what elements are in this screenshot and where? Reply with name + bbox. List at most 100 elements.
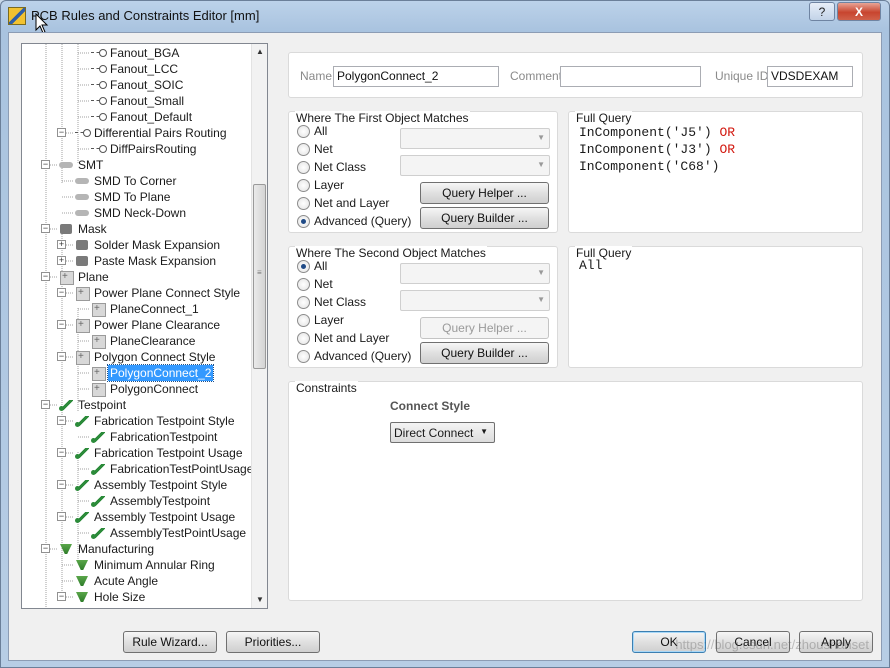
tree-item[interactable]: Power Plane Connect Style (74, 285, 242, 301)
radio-option[interactable]: Advanced (Query) (297, 214, 411, 228)
collapse-icon[interactable]: − (57, 512, 66, 521)
tree-item[interactable]: Hole Size (74, 589, 147, 605)
tree-item[interactable]: Polygon Connect Style (74, 349, 217, 365)
collapse-icon[interactable]: − (57, 288, 66, 297)
tree-item[interactable]: Minimum Annular Ring (74, 557, 217, 573)
expand-icon[interactable]: + (57, 256, 66, 265)
collapse-icon[interactable]: − (57, 592, 66, 601)
connect-style-dropdown[interactable]: Direct Connect ▼ (390, 422, 495, 443)
scroll-up-icon[interactable]: ▲ (252, 44, 267, 60)
collapse-icon[interactable]: − (57, 416, 66, 425)
collapse-icon[interactable]: − (41, 160, 50, 169)
tree-item[interactable]: FabricationTestPointUsage (90, 461, 252, 477)
radio-button[interactable] (297, 313, 310, 327)
first-full-query-text[interactable]: InComponent('J5') OR InComponent('J3') O… (579, 124, 735, 175)
radio-option[interactable]: Net and Layer (297, 331, 389, 345)
radio-option[interactable]: Advanced (Query) (297, 349, 411, 363)
tree-item[interactable]: Fabrication Testpoint Style (74, 413, 237, 429)
second-netclass-combo[interactable]: ▼ (400, 290, 550, 311)
tree-item[interactable]: Fanout_Small (90, 93, 186, 109)
help-button[interactable]: ? (809, 2, 835, 21)
comment-field[interactable] (560, 66, 701, 87)
tree-item[interactable]: Solder Mask Expansion (74, 237, 222, 253)
tree-item[interactable]: Plane (58, 269, 111, 285)
tree-item[interactable]: Mask (58, 221, 109, 237)
tree-item[interactable]: Fabrication Testpoint Usage (74, 445, 245, 461)
tree-item[interactable]: PlaneClearance (90, 333, 197, 349)
radio-button[interactable] (297, 214, 310, 228)
radio-option[interactable]: Net Class (297, 295, 366, 309)
tree-item[interactable]: AssemblyTestPointUsage (90, 525, 248, 541)
second-full-query-text[interactable]: All (579, 258, 602, 273)
tree-item[interactable]: SMD Neck-Down (74, 205, 188, 221)
radio-button[interactable] (297, 349, 310, 363)
first-query-helper-button[interactable]: Query Helper ... (420, 182, 549, 204)
tree-item[interactable]: Paste Mask Expansion (74, 253, 218, 269)
tree-scrollbar[interactable]: ▲ ≡ ▼ (251, 44, 267, 608)
tree-item[interactable]: Differential Pairs Routing (74, 125, 229, 141)
second-query-helper-button[interactable]: Query Helper ... (420, 317, 549, 339)
tree-item[interactable]: PolygonConnect_2 (90, 364, 215, 382)
tree-item[interactable]: Fanout_BGA (90, 45, 181, 61)
radio-option[interactable]: All (297, 259, 327, 273)
collapse-icon[interactable]: − (41, 272, 50, 281)
radio-option[interactable]: Net Class (297, 160, 366, 174)
radio-button[interactable] (297, 178, 310, 192)
priorities-button[interactable]: Priorities... (226, 631, 320, 653)
first-netclass-combo[interactable]: ▼ (400, 155, 550, 176)
radio-button[interactable] (297, 196, 310, 210)
collapse-icon[interactable]: − (57, 352, 66, 361)
radio-button[interactable] (297, 295, 310, 309)
unique-id-field[interactable]: VDSDEXAM (767, 66, 853, 87)
tree-item[interactable]: SMD To Corner (74, 173, 178, 189)
first-query-builder-button[interactable]: Query Builder ... (420, 207, 549, 229)
tree-item[interactable]: AssemblyTestpoint (90, 493, 212, 509)
second-net-combo[interactable]: ▼ (400, 263, 550, 284)
close-button[interactable]: X (837, 2, 881, 21)
tree-item[interactable]: SMT (58, 157, 105, 173)
radio-button[interactable] (297, 124, 310, 138)
tree-item[interactable]: PlaneConnect_1 (90, 301, 201, 317)
radio-button[interactable] (297, 331, 310, 345)
tree-item[interactable]: Power Plane Clearance (74, 317, 222, 333)
tree-item[interactable]: Manufacturing (58, 541, 156, 557)
rule-wizard-button[interactable]: Rule Wizard... (123, 631, 217, 653)
scroll-down-icon[interactable]: ▼ (252, 592, 267, 608)
tree-item[interactable]: HoleSize (90, 605, 160, 608)
scroll-thumb[interactable]: ≡ (253, 184, 266, 369)
tree-item[interactable]: Assembly Testpoint Usage (74, 509, 237, 525)
tree-item[interactable]: SMD To Plane (74, 189, 172, 205)
radio-option[interactable]: All (297, 124, 327, 138)
expand-icon[interactable]: + (57, 240, 66, 249)
title-bar[interactable]: PCB Rules and Constraints Editor [mm] ? … (1, 1, 889, 34)
radio-option[interactable]: Layer (297, 313, 344, 327)
rules-tree[interactable]: Fanout_BGA Fanout_LCC Fanout_SOIC Fanout_Sm… (21, 43, 268, 609)
tree-item[interactable]: Testpoint (58, 397, 128, 413)
radio-option[interactable]: Net (297, 277, 333, 291)
first-net-combo[interactable]: ▼ (400, 128, 550, 149)
tree-item[interactable]: Fanout_Default (90, 109, 194, 125)
radio-option[interactable]: Net and Layer (297, 196, 389, 210)
radio-button[interactable] (297, 142, 310, 156)
collapse-icon[interactable]: − (41, 224, 50, 233)
radio-option[interactable]: Layer (297, 178, 344, 192)
radio-button[interactable] (297, 277, 310, 291)
tree-item[interactable]: Acute Angle (74, 573, 160, 589)
name-field[interactable]: PolygonConnect_2 (333, 66, 499, 87)
radio-option[interactable]: Net (297, 142, 333, 156)
tree-item[interactable]: Fanout_SOIC (90, 77, 185, 93)
tree-item[interactable]: Fanout_LCC (90, 61, 180, 77)
collapse-icon[interactable]: − (57, 480, 66, 489)
radio-button[interactable] (297, 160, 310, 174)
tree-item[interactable]: FabricationTestpoint (90, 429, 219, 445)
collapse-icon[interactable]: − (57, 320, 66, 329)
tree-item[interactable]: Assembly Testpoint Style (74, 477, 229, 493)
collapse-icon[interactable]: − (41, 400, 50, 409)
tree-item[interactable]: PolygonConnect (90, 381, 200, 397)
collapse-icon[interactable]: − (57, 448, 66, 457)
collapse-icon[interactable]: − (41, 544, 50, 553)
radio-button[interactable] (297, 259, 310, 273)
collapse-icon[interactable]: − (57, 128, 66, 137)
second-query-builder-button[interactable]: Query Builder ... (420, 342, 549, 364)
tree-item[interactable]: DiffPairsRouting (90, 141, 198, 157)
